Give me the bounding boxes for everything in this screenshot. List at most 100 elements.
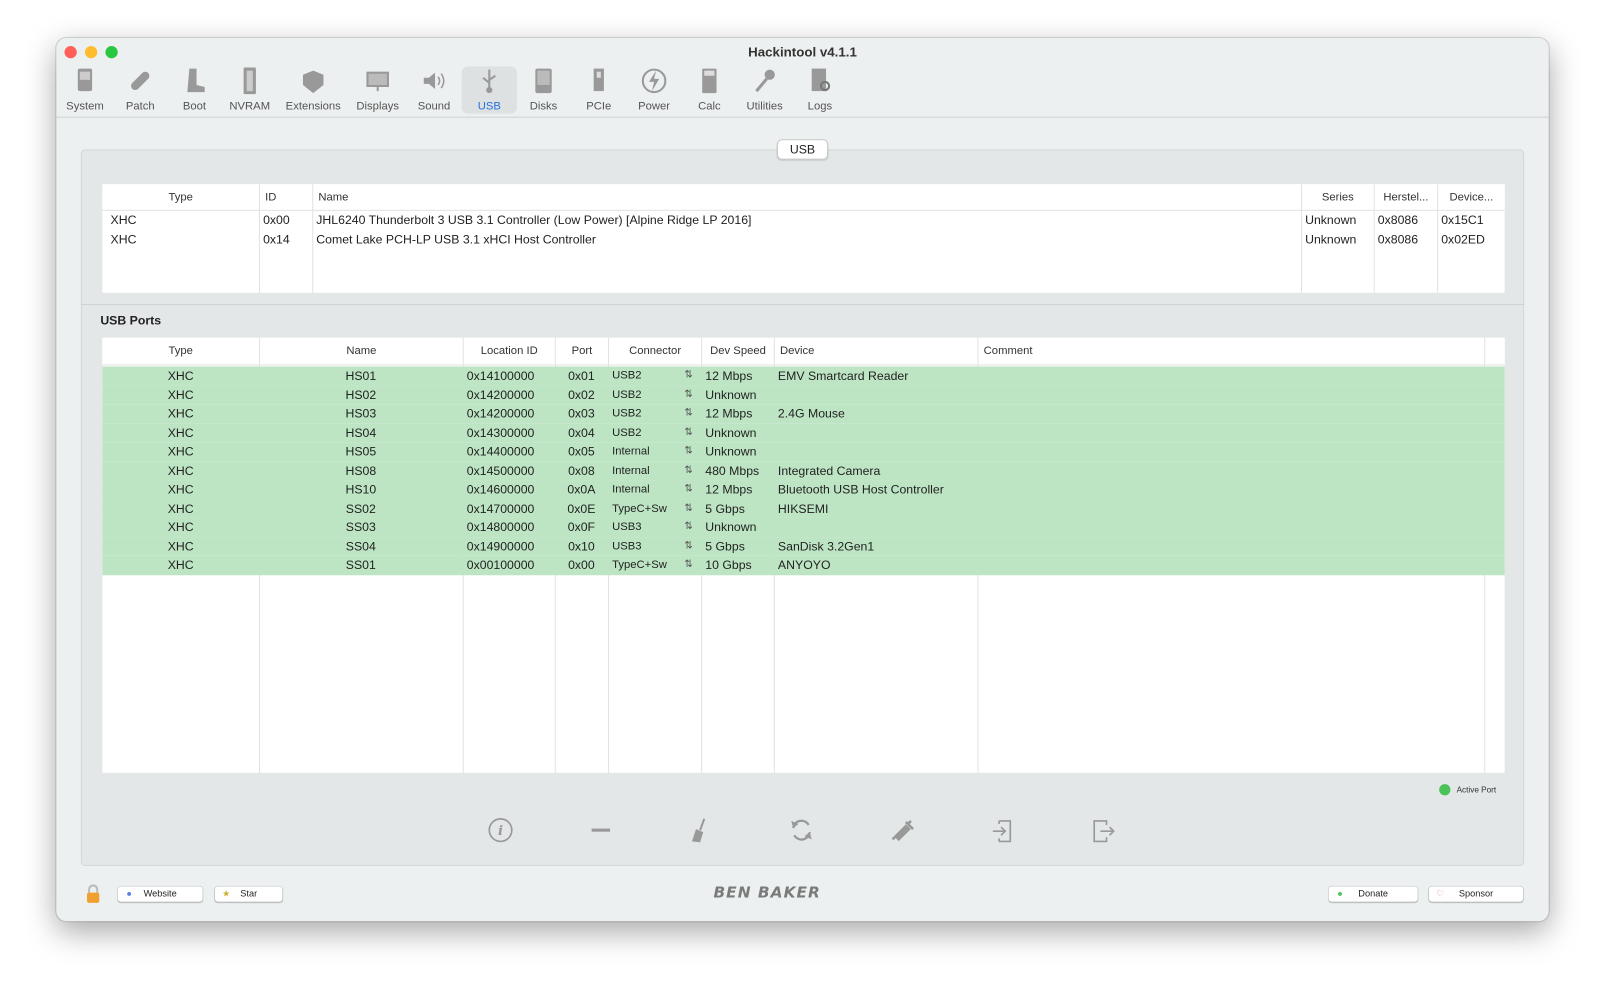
column-header-device[interactable]: Device xyxy=(773,337,978,366)
cell-series: Unknown xyxy=(1301,211,1374,230)
column-header-id[interactable]: ID xyxy=(258,184,312,211)
cell-connector[interactable]: Internal ⇅ xyxy=(608,461,701,480)
star-button[interactable]: ★ Star xyxy=(214,886,283,902)
table-row[interactable]: XHC SS02 0x14700000 0x0E TypeC+Sw ⇅ 5 Gbps HIKS… xyxy=(102,499,1505,518)
donate-button[interactable]: ● Donate xyxy=(1328,886,1418,902)
refresh-icon[interactable] xyxy=(787,816,816,845)
table-row[interactable]: XHC 0x00 JHL6240 Thunderbolt 3 USB 3.1 Con… xyxy=(102,211,1504,230)
website-button[interactable]: ● Website xyxy=(117,886,203,902)
cell-location-id: 0x14700000 xyxy=(463,499,555,518)
column-header-comment[interactable]: Comment xyxy=(977,337,1485,366)
table-row[interactable]: XHC HS01 0x14100000 0x01 USB2 ⇅ 12 Mbps EMV Sma… xyxy=(102,366,1505,386)
cell-herstel: 0x8086 xyxy=(1374,230,1437,249)
syringe-icon[interactable] xyxy=(887,816,916,845)
cell-text: JHL6240 Thunderbolt 3 USB 3.1 Controller… xyxy=(316,212,752,228)
cell-dev-speed: Unknown xyxy=(701,518,774,537)
cell-text: XHC xyxy=(167,501,194,516)
controllers-table[interactable]: Type ID Name Series Herstel... Device... XHC 0x… xyxy=(102,184,1505,293)
table-row[interactable]: XHC HS02 0x14200000 0x02 USB2 ⇅ Unknown xyxy=(102,385,1505,405)
table-row[interactable]: XHC SS01 0x00100000 0x00 TypeC+Sw ⇅ 10 Gbps ANY… xyxy=(102,555,1505,575)
toolbar-patch[interactable]: Patch xyxy=(113,67,168,114)
column-header-series[interactable]: Series xyxy=(1300,184,1374,211)
remove-icon[interactable] xyxy=(587,816,616,845)
toolbar-extensions[interactable]: Extensions xyxy=(286,67,341,114)
toolbar-sound[interactable]: Sound xyxy=(406,67,461,114)
cell-port: 0x0F xyxy=(555,518,608,537)
system-icon xyxy=(77,68,93,92)
table-row[interactable]: XHC HS10 0x14600000 0x0A Internal ⇅ 12 Mbps Blu… xyxy=(102,480,1505,500)
column-header-type[interactable]: Type xyxy=(102,338,259,366)
toolbar-usb[interactable]: USB xyxy=(461,66,517,114)
cell-text: 12 Mbps xyxy=(705,368,753,383)
toolbar-label: Boot xyxy=(182,100,207,113)
column-header-dev-speed[interactable]: Dev Speed xyxy=(701,337,774,366)
broom-icon[interactable] xyxy=(686,816,715,845)
cell-text: Bluetooth USB Host Controller xyxy=(777,482,944,497)
cell-connector[interactable]: USB2 ⇅ xyxy=(608,404,701,423)
cell-text: XHC xyxy=(167,406,194,421)
usb-ports-table[interactable]: Type Name Location ID Port Connector Dev Spee… xyxy=(102,337,1505,773)
column-header-location-id[interactable]: Location ID xyxy=(462,337,555,366)
cell-connector[interactable]: Internal ⇅ xyxy=(608,480,701,499)
tab-usb[interactable]: USB xyxy=(776,139,829,160)
toolbar-label: Calc xyxy=(698,100,721,113)
cell-connector[interactable]: TypeC+Sw ⇅ xyxy=(608,556,701,575)
toolbar-disks[interactable]: Disks xyxy=(516,67,571,114)
cell-herstel: 0x8086 xyxy=(1374,211,1437,230)
cell-connector[interactable]: Internal ⇅ xyxy=(608,442,701,461)
table-row[interactable]: XHC SS03 0x14800000 0x0F USB3 ⇅ Unknown xyxy=(102,517,1505,537)
cell-connector[interactable]: USB2 ⇅ xyxy=(608,385,701,404)
toolbar-utilities[interactable]: Utilities xyxy=(737,67,792,114)
column-header-name[interactable]: Name xyxy=(258,337,463,366)
cell-text: USB3 xyxy=(612,539,642,553)
cell-type: XHC xyxy=(102,537,259,556)
toolbar-power[interactable]: Power xyxy=(626,67,681,114)
toolbar-pcie[interactable]: PCIe xyxy=(571,67,626,114)
export-icon[interactable] xyxy=(1088,816,1117,845)
cell-text: 0x14100000 xyxy=(466,368,535,383)
cell-name: HS01 xyxy=(259,366,463,385)
cell-name: HS10 xyxy=(259,480,463,499)
toolbar-system[interactable]: System xyxy=(57,67,112,114)
column-header-device[interactable]: Device... xyxy=(1437,184,1505,211)
toolbar-displays[interactable]: Displays xyxy=(350,67,405,114)
import-icon[interactable] xyxy=(989,816,1018,845)
column-header-type[interactable]: Type xyxy=(102,184,259,211)
column-header-name[interactable]: Name xyxy=(312,184,1301,211)
table-row[interactable]: XHC HS05 0x14400000 0x05 Internal ⇅ Unknown xyxy=(102,442,1505,462)
cell-text: 0x00 xyxy=(263,212,290,228)
globe-icon: ● xyxy=(126,888,132,899)
cell-text: 0x04 xyxy=(568,425,595,440)
lock-icon[interactable] xyxy=(85,883,101,903)
cell-device: 2.4G Mouse xyxy=(774,404,978,423)
table-row[interactable]: XHC SS04 0x14900000 0x10 USB3 ⇅ 5 Gbps SanDisk… xyxy=(102,536,1505,556)
column-header-connector[interactable]: Connector xyxy=(608,337,701,366)
toolbar-logs[interactable]: Logs xyxy=(792,67,847,114)
toolbar-nvram[interactable]: NVRAM xyxy=(222,67,277,114)
cell-text: HS05 xyxy=(345,444,377,459)
table-row[interactable]: XHC 0x14 Comet Lake PCH-LP USB 3.1 xHCI Ho… xyxy=(102,230,1504,249)
table-row[interactable]: XHC HS04 0x14300000 0x04 USB2 ⇅ Unknown xyxy=(102,423,1505,443)
cell-text: 0x14 xyxy=(263,231,290,247)
cell-connector[interactable]: USB3 ⇅ xyxy=(608,537,701,556)
cell-connector[interactable]: USB2 ⇅ xyxy=(608,423,701,442)
column-header-port[interactable]: Port xyxy=(554,337,608,366)
cell-connector[interactable]: USB2 ⇅ xyxy=(608,366,701,385)
table-row[interactable]: XHC HS08 0x14500000 0x08 Internal ⇅ 480 Mbps In… xyxy=(102,461,1505,481)
cell-connector[interactable]: TypeC+Sw ⇅ xyxy=(608,499,701,518)
cell-text: HS04 xyxy=(345,425,377,440)
cell-connector[interactable]: USB3 ⇅ xyxy=(608,518,701,537)
toolbar-label: Extensions xyxy=(285,100,341,113)
active-port-dot xyxy=(1439,784,1451,796)
dollar-icon: ● xyxy=(1337,888,1343,899)
cell-device: Integrated Camera xyxy=(774,461,978,480)
table-row[interactable]: XHC HS03 0x14200000 0x03 USB2 ⇅ 12 Mbps 2.4G Mo… xyxy=(102,404,1505,424)
column-header-herstel[interactable]: Herstel... xyxy=(1373,184,1437,211)
toolbar-calc[interactable]: Calc xyxy=(682,67,737,114)
cell-text: 0x14600000 xyxy=(466,482,535,497)
info-icon[interactable]: i xyxy=(486,816,515,845)
cell-port: 0x08 xyxy=(555,461,608,480)
toolbar-boot[interactable]: Boot xyxy=(167,67,222,114)
calc-icon xyxy=(702,68,717,94)
sponsor-button[interactable]: ♡ Sponsor xyxy=(1428,886,1524,902)
